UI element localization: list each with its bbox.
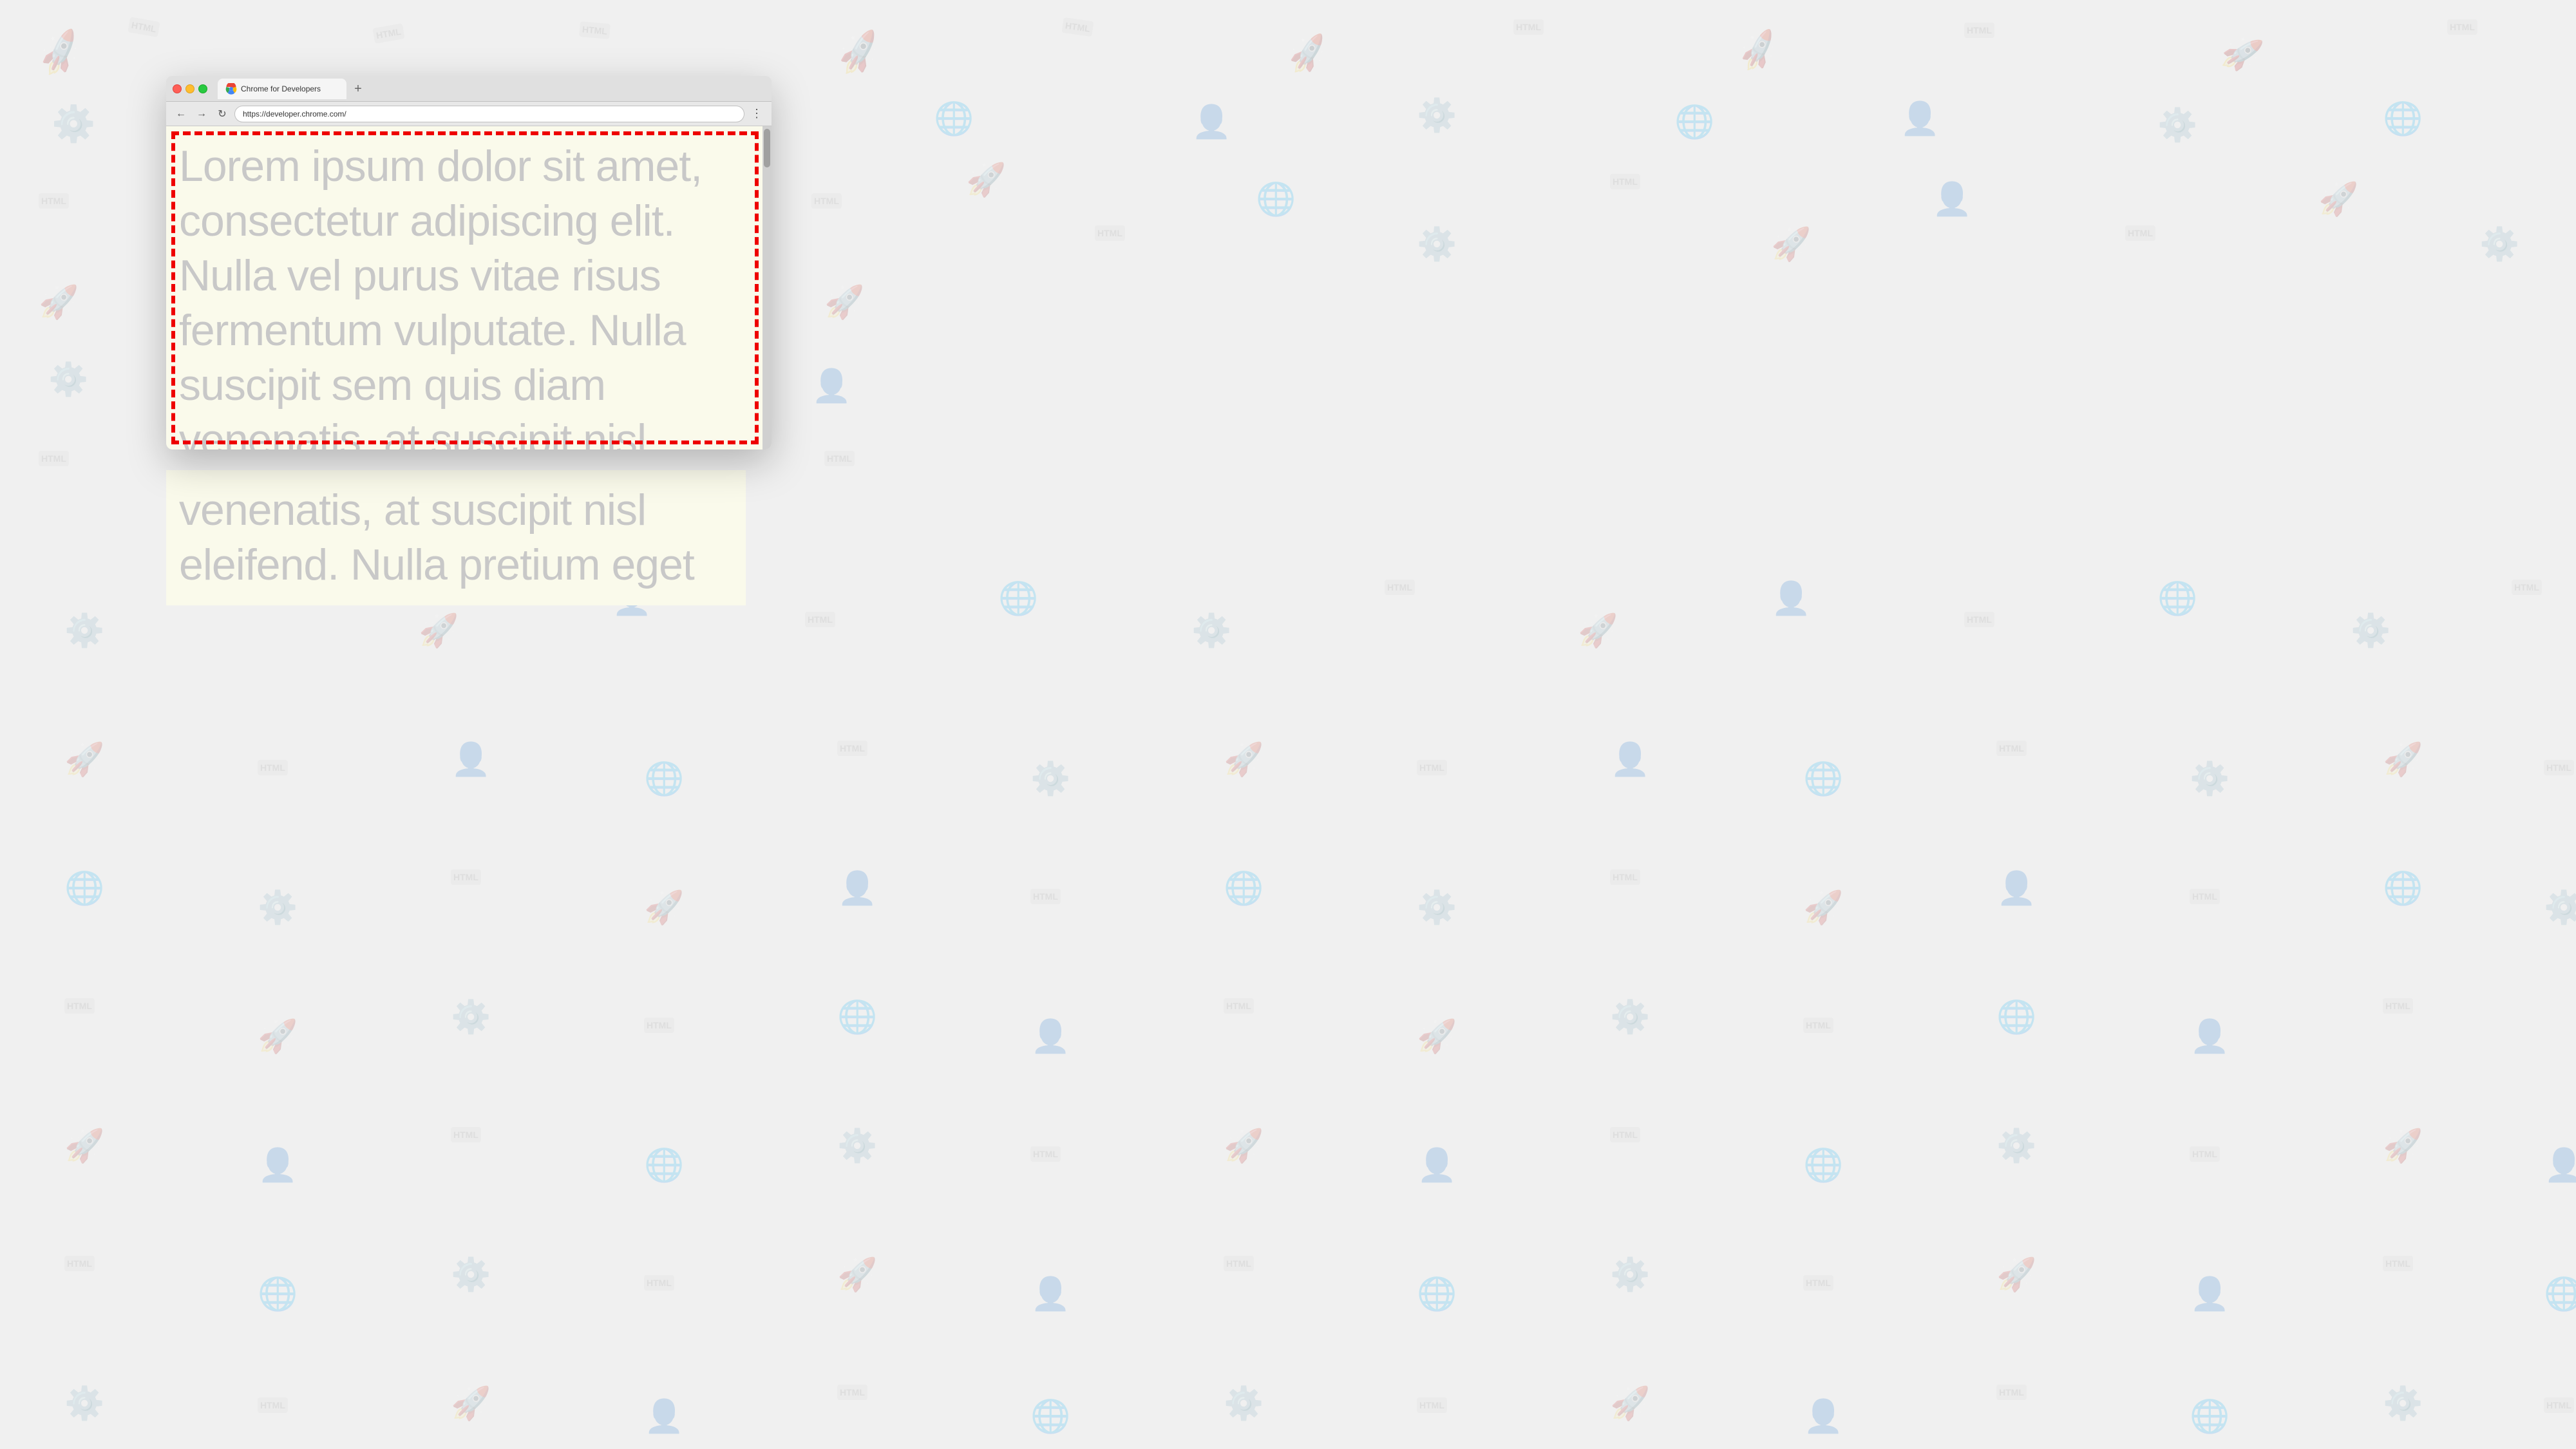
url-text: https://developer.chrome.com/ [243,109,346,118]
browser-viewport: Lorem ipsum dolor sit amet, consectetur … [166,126,772,450]
tab-area: Chrome for Developers + [218,79,765,99]
lorem-ipsum-text: Lorem ipsum dolor sit amet, consectetur … [166,126,772,450]
tab-title: Chrome for Developers [241,84,321,93]
lorem-content: Lorem ipsum dolor sit amet, consectetur … [179,142,702,450]
new-tab-button[interactable]: + [349,80,367,98]
back-icon: ← [176,108,186,120]
browser-window: Chrome for Developers + ← → ↻ https://de… [166,76,772,450]
scrollbar-track[interactable] [762,126,772,450]
scrollbar-thumb[interactable] [764,129,770,167]
nav-bar: ← → ↻ https://developer.chrome.com/ ⋮ [166,102,772,126]
traffic-lights [173,84,207,93]
below-fold-content: venenatis, at suscipit nisl eleifend. Nu… [179,486,694,589]
back-button[interactable]: ← [173,106,189,122]
title-bar: Chrome for Developers + [166,76,772,102]
forward-icon: → [196,108,207,120]
close-button[interactable] [173,84,182,93]
browser-menu-button[interactable]: ⋮ [748,106,765,122]
maximize-button[interactable] [198,84,207,93]
browser-tab[interactable]: Chrome for Developers [218,79,346,99]
minimize-button[interactable] [185,84,194,93]
refresh-icon: ↻ [218,108,226,120]
forward-button[interactable]: → [193,106,210,122]
chrome-favicon [225,83,237,95]
below-fold-text: venenatis, at suscipit nisl eleifend. Nu… [166,470,746,605]
address-bar[interactable]: https://developer.chrome.com/ [234,106,744,122]
refresh-button[interactable]: ↻ [214,106,231,122]
